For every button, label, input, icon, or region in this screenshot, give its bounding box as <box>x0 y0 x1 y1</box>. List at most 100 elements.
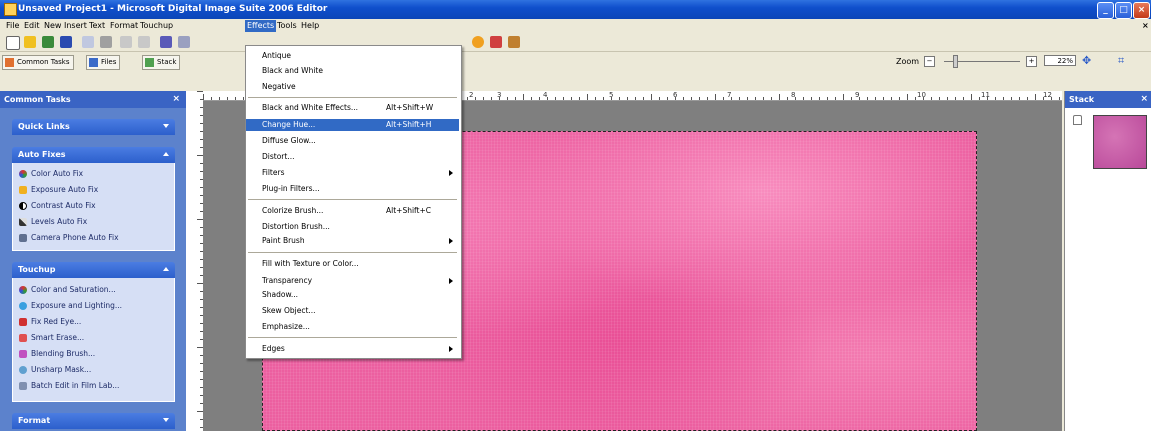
copy-icon[interactable] <box>178 36 190 48</box>
ruler-number: 10 <box>917 91 926 99</box>
ruler-tick <box>691 97 692 100</box>
color-wheel-icon <box>19 170 27 178</box>
close-button[interactable]: × <box>1133 2 1150 19</box>
save-icon[interactable] <box>60 36 72 48</box>
ruler-tick <box>587 94 588 100</box>
menu-item-change-hue[interactable]: Change Hue... Alt+Shift+H <box>246 119 459 131</box>
menu-item-emphasize[interactable]: Emphasize... <box>246 321 459 333</box>
effects-toolbar-icon[interactable] <box>472 36 484 48</box>
maximize-button[interactable]: □ <box>1115 2 1132 19</box>
menubar-close-icon[interactable]: × <box>1142 21 1149 30</box>
menu-item-fill-texture[interactable]: Fill with Texture or Color... <box>246 258 459 270</box>
menu-item-filters[interactable]: Filters <box>246 167 459 179</box>
acquire-icon[interactable] <box>42 36 54 48</box>
ruler-tick <box>819 97 820 100</box>
touchup-header[interactable]: Touchup <box>12 262 175 278</box>
ruler-tick <box>491 97 492 100</box>
zoom-input[interactable]: 22% <box>1044 55 1076 66</box>
tab-stack[interactable]: Stack <box>142 55 181 70</box>
panel-close-icon[interactable]: × <box>172 94 180 104</box>
ruler-tick <box>531 97 532 100</box>
email-icon[interactable] <box>100 36 112 48</box>
new-icon[interactable] <box>6 36 20 50</box>
menu-item-negative[interactable]: Negative <box>246 81 459 93</box>
ruler-tick <box>219 97 220 100</box>
menu-tools[interactable]: Tools <box>277 21 297 30</box>
redo-icon[interactable] <box>138 36 150 48</box>
stack-thumbnail[interactable] <box>1093 115 1147 169</box>
menu-item-skew-object[interactable]: Skew Object... <box>246 305 459 317</box>
fit-icon[interactable]: ⌗ <box>1118 55 1129 66</box>
ruler-number: 11 <box>981 91 990 99</box>
menu-effects[interactable]: Effects <box>245 20 277 32</box>
ruler-tick <box>715 94 716 100</box>
ruler-tick <box>675 97 676 100</box>
quick-links-header[interactable]: Quick Links <box>12 119 175 135</box>
filmstrip-icon[interactable] <box>490 36 502 48</box>
brush-icon[interactable] <box>508 36 520 48</box>
ruler-tick <box>1059 97 1060 100</box>
tab-files[interactable]: Files <box>86 55 121 70</box>
lock-icon[interactable] <box>1073 115 1082 125</box>
menu-edit[interactable]: Edit <box>24 21 40 30</box>
format-header[interactable]: Format <box>12 413 175 429</box>
ruler-number: 2 <box>469 91 474 99</box>
menu-format[interactable]: Format <box>110 21 138 30</box>
undo-icon[interactable] <box>120 36 132 48</box>
ruler-tick <box>611 97 612 100</box>
ruler-tick <box>483 97 484 100</box>
tab-row: Common Tasks Files Stack Zoom − + 22% ✥ … <box>0 52 1151 70</box>
menu-item-diffuse-glow[interactable]: Diffuse Glow... <box>246 135 459 147</box>
ruler-tick <box>699 97 700 100</box>
ruler-tick <box>891 97 892 100</box>
ruler-tick <box>507 97 508 100</box>
ruler-tick <box>467 97 468 100</box>
print-icon[interactable] <box>82 36 94 48</box>
cut-icon[interactable] <box>160 36 172 48</box>
ruler-tick <box>971 94 972 100</box>
submenu-arrow-icon <box>449 238 453 244</box>
menu-item-plugin-filters[interactable]: Plug-in Filters... <box>246 183 459 195</box>
ruler-tick <box>227 97 228 100</box>
menu-text[interactable]: Text <box>89 21 105 30</box>
brush-icon <box>19 350 27 358</box>
zoom-in-button[interactable]: + <box>1026 56 1037 67</box>
touchup-body: Color and Saturation... Exposure and Lig… <box>12 278 175 402</box>
menu-touchup[interactable]: Touchup <box>140 21 173 30</box>
chevron-up-icon <box>163 152 169 156</box>
panel-title: Common Tasks <box>4 95 71 104</box>
ruler-tick <box>635 97 636 100</box>
pan-icon[interactable]: ✥ <box>1082 55 1093 66</box>
minimize-button[interactable]: _ <box>1097 2 1114 19</box>
menu-item-edges[interactable]: Edges <box>246 343 459 355</box>
chevron-down-icon <box>163 418 169 422</box>
menu-help[interactable]: Help <box>301 21 319 30</box>
menu-item-transparency[interactable]: Transparency <box>246 275 459 287</box>
menu-item-colorize-brush[interactable]: Colorize Brush... Alt+Shift+C <box>246 205 459 217</box>
menu-item-bw-effects[interactable]: Black and White Effects... Alt+Shift+W <box>246 102 459 114</box>
files-icon <box>89 58 98 67</box>
ruler-tick <box>619 97 620 100</box>
color-wheel-icon <box>19 286 27 294</box>
open-icon[interactable] <box>24 36 36 48</box>
menu-file[interactable]: File <box>6 21 19 30</box>
ruler-tick <box>731 97 732 100</box>
zoom-out-button[interactable]: − <box>924 56 935 67</box>
menu-item-paint-brush[interactable]: Paint Brush <box>246 235 459 247</box>
panel-header: Common Tasks × <box>0 91 186 108</box>
menu-item-antique[interactable]: Antique <box>246 50 459 62</box>
ruler-tick <box>859 97 860 100</box>
stack-close-icon[interactable]: × <box>1140 94 1148 104</box>
menu-item-shadow[interactable]: Shadow... <box>246 289 459 301</box>
menu-insert[interactable]: Insert <box>64 21 87 30</box>
ruler-tick <box>955 97 956 100</box>
menu-item-black-and-white[interactable]: Black and White <box>246 65 459 77</box>
menu-item-distortion-brush[interactable]: Distortion Brush... <box>246 221 459 233</box>
auto-fixes-header[interactable]: Auto Fixes <box>12 147 175 163</box>
zoom-slider-thumb[interactable] <box>953 55 958 68</box>
menu-item-distort[interactable]: Distort... <box>246 151 459 163</box>
tab-common-tasks[interactable]: Common Tasks <box>2 55 74 70</box>
ruler-tick <box>763 97 764 100</box>
menu-new[interactable]: New <box>44 21 61 30</box>
ruler-tick <box>683 97 684 100</box>
